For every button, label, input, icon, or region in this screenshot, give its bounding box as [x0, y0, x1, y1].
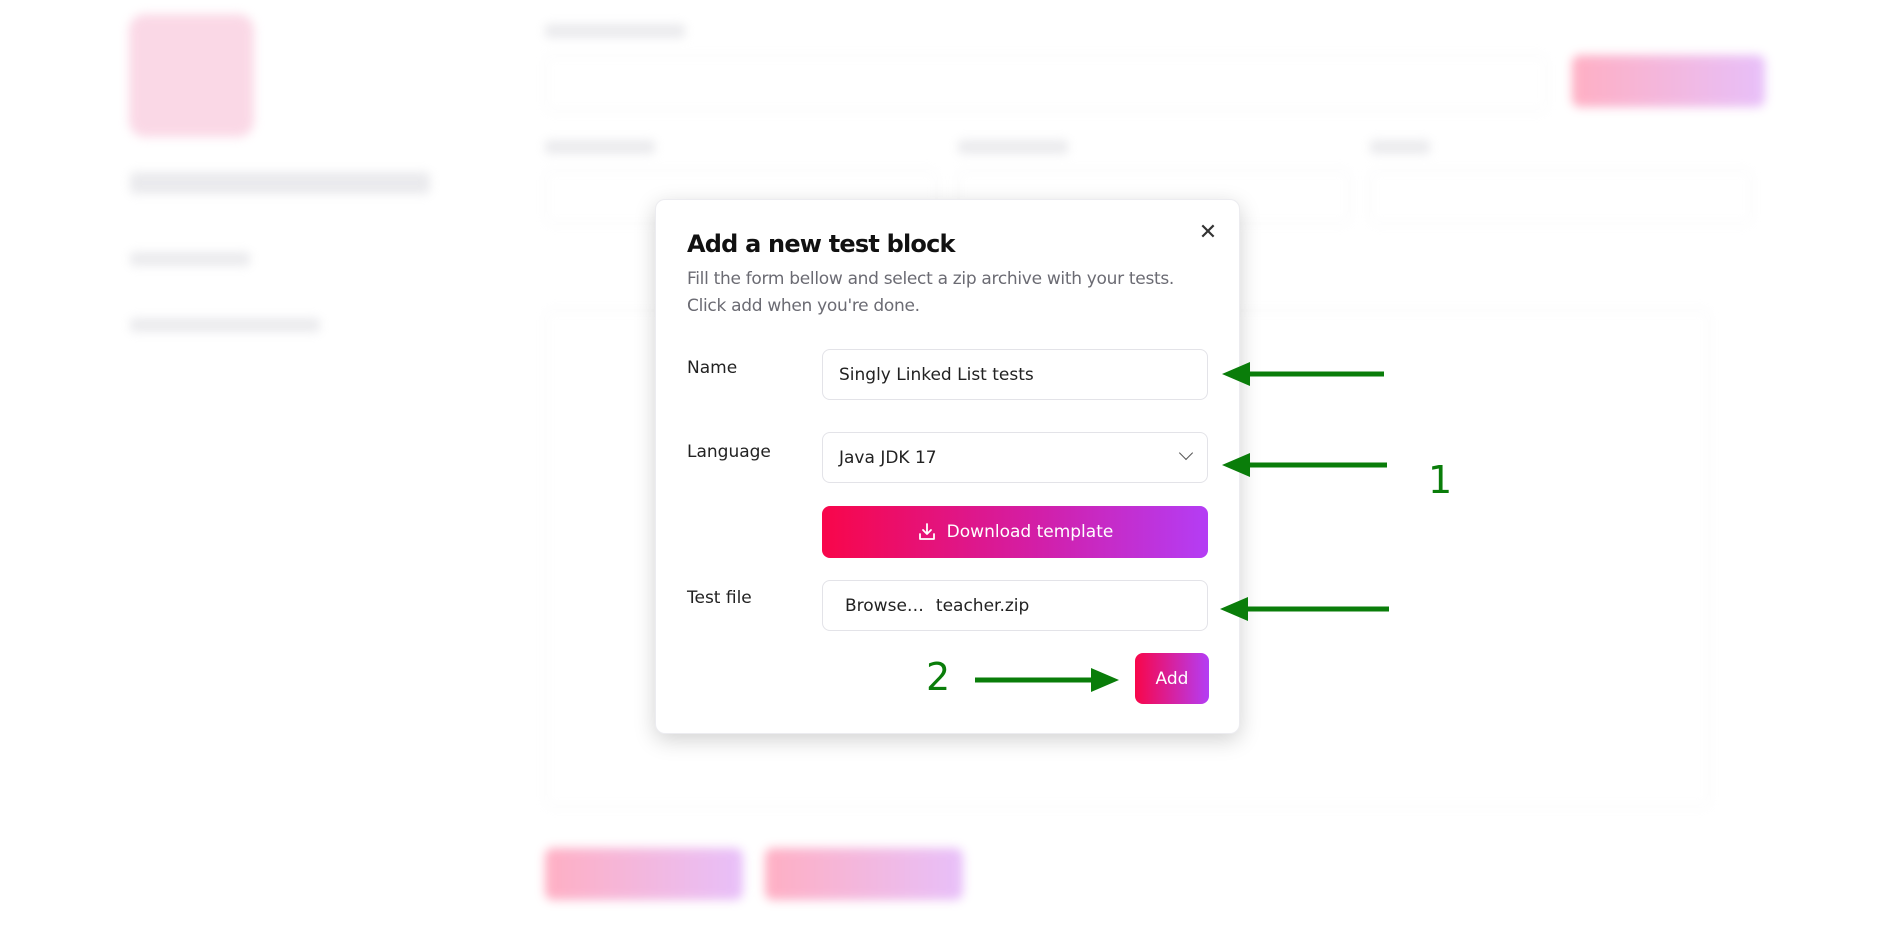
- annotation-arrows: [975, 362, 1389, 692]
- annotation-step-2: 2: [926, 655, 951, 699]
- annotation-step-1: 1: [1428, 458, 1453, 502]
- arrow-left-icon: [1220, 597, 1389, 621]
- arrow-right-icon: [975, 668, 1119, 692]
- arrow-left-icon: [1222, 362, 1384, 386]
- arrow-left-icon: [1222, 453, 1387, 477]
